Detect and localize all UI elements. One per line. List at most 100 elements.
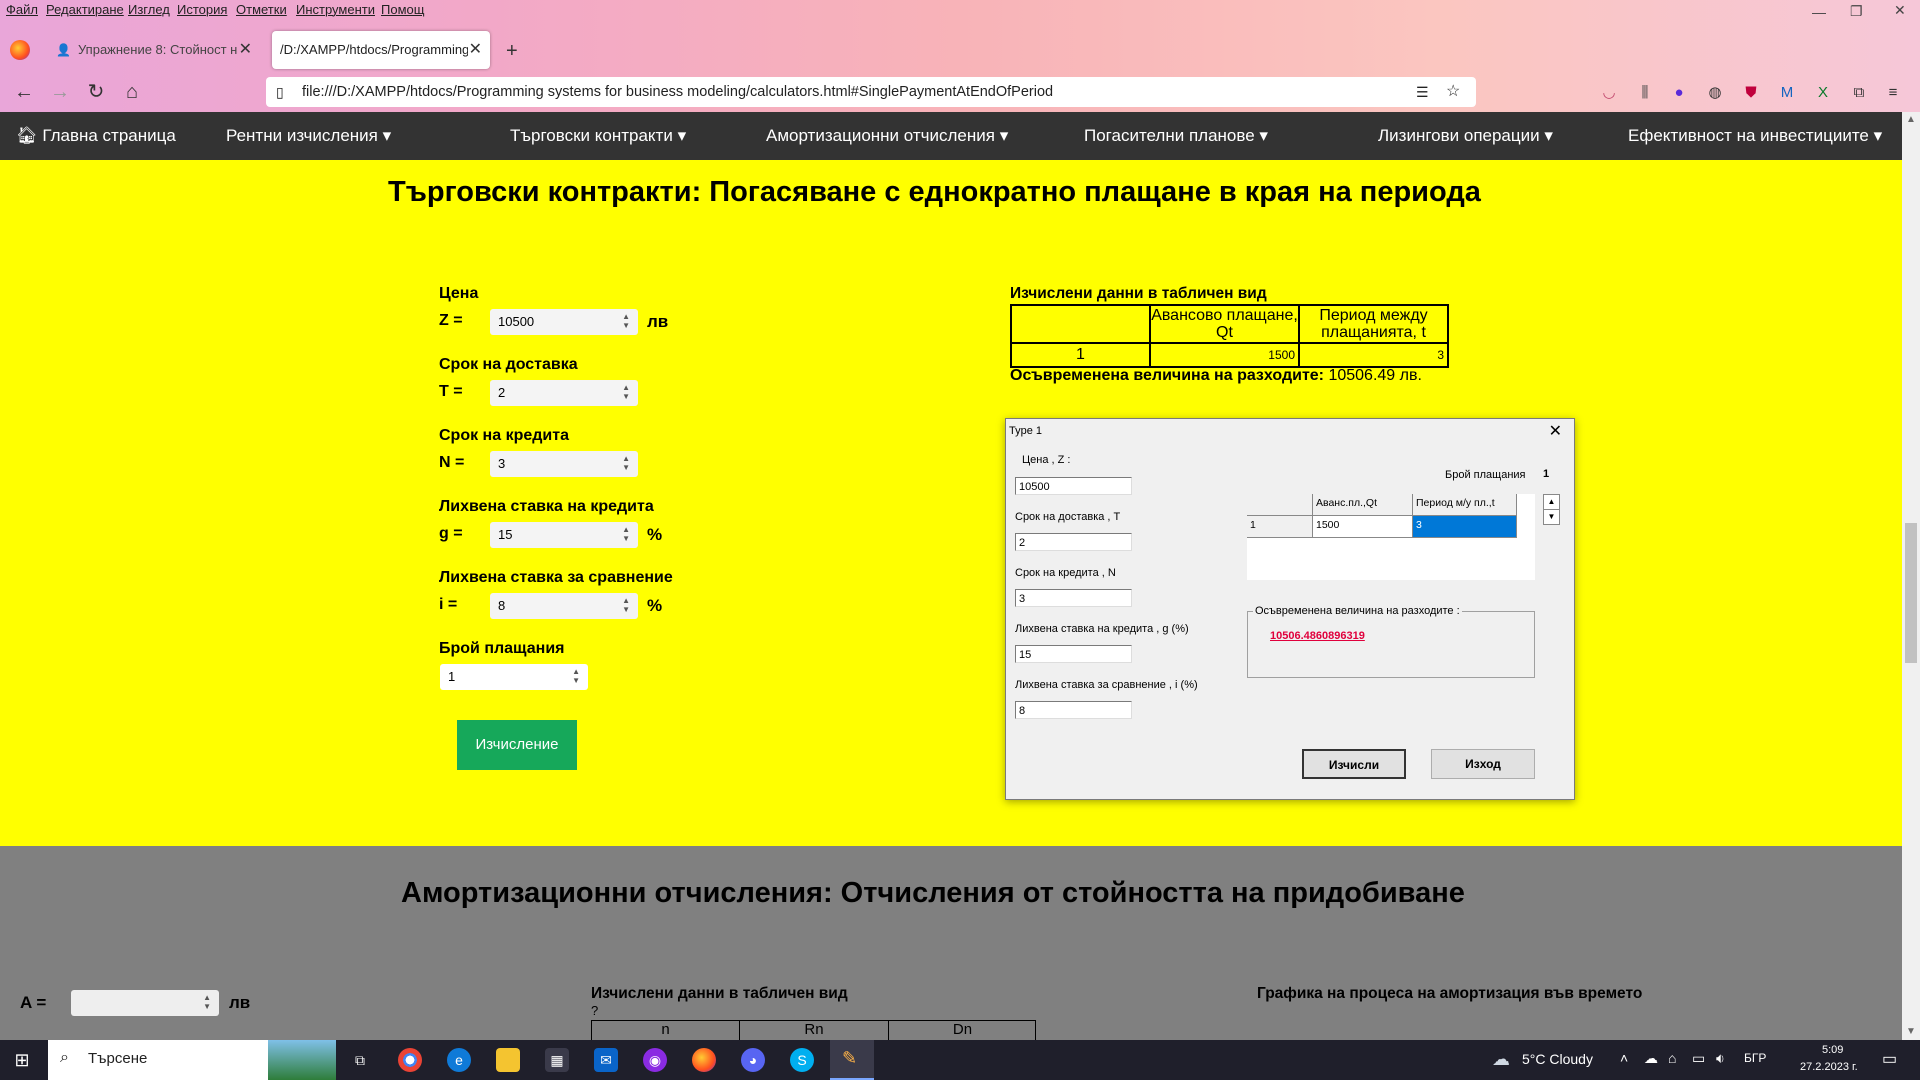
payments-input[interactable]: 1 ▲ ▼ bbox=[440, 664, 588, 690]
menu-history[interactable]: История bbox=[177, 2, 227, 17]
nav-commercial-contracts[interactable]: Търговски контракти ▾ bbox=[510, 112, 686, 160]
price-input[interactable]: 10500 ▲ ▼ bbox=[490, 309, 638, 335]
dialog-compare-rate-input[interactable]: 8 bbox=[1015, 701, 1132, 719]
nav-amortization[interactable]: Амортизационни отчисления ▾ bbox=[766, 112, 1008, 160]
dialog-exit-button[interactable]: Изход bbox=[1431, 749, 1535, 779]
spinner-arrows-icon[interactable]: ▲ ▼ bbox=[622, 525, 630, 543]
browser-chrome: Файл Редактиране Изглед История Отметки … bbox=[0, 0, 1920, 112]
volume-icon[interactable]: 🔉︎ bbox=[1716, 1050, 1725, 1067]
file-explorer-icon[interactable] bbox=[496, 1048, 520, 1072]
menu-tools[interactable]: Инструменти bbox=[296, 2, 375, 17]
weather-text[interactable]: 5°C Cloudy bbox=[1522, 1051, 1593, 1067]
caret-down-icon: ▾ bbox=[1259, 126, 1268, 145]
tab-close-icon[interactable]: ✕ bbox=[239, 31, 252, 69]
extension-purple-icon[interactable]: ● bbox=[1670, 84, 1688, 102]
spinner-arrows-icon[interactable]: ▲ ▼ bbox=[622, 383, 630, 401]
grid-down-arrow-icon[interactable]: ▼ bbox=[1543, 509, 1560, 525]
compare-rate-input[interactable]: 8 ▲ ▼ bbox=[490, 593, 638, 619]
language-indicator[interactable]: БГР bbox=[1744, 1051, 1766, 1065]
new-tab-icon[interactable]: + bbox=[506, 40, 518, 63]
menu-file[interactable]: Файл bbox=[6, 2, 38, 17]
amortization-a-input[interactable]: ▲ ▼ bbox=[71, 990, 219, 1016]
forward-icon[interactable]: → bbox=[48, 80, 72, 104]
compare-rate-unit: % bbox=[647, 596, 663, 615]
clock-date[interactable]: 27.2.2023 г. bbox=[1800, 1061, 1858, 1073]
grid-cell[interactable]: 1 bbox=[1247, 516, 1313, 538]
scrollbar-thumb[interactable] bbox=[1905, 523, 1917, 663]
firefox-icon[interactable] bbox=[10, 40, 30, 60]
spinner-arrows-icon[interactable]: ▲ ▼ bbox=[572, 667, 580, 685]
clock-time[interactable]: 5:09 bbox=[1822, 1044, 1843, 1056]
bookmark-star-icon[interactable]: ☆ bbox=[1446, 77, 1460, 107]
network-icon[interactable]: ⌂ bbox=[1668, 1050, 1676, 1066]
tab-close-icon[interactable]: ✕ bbox=[469, 31, 482, 69]
credit-term-input[interactable]: 3 ▲ ▼ bbox=[490, 451, 638, 477]
dialog-delivery-input[interactable]: 2 bbox=[1015, 533, 1132, 551]
delivery-input[interactable]: 2 ▲ ▼ bbox=[490, 380, 638, 406]
taskbar-active-app[interactable]: ✎ bbox=[830, 1040, 874, 1080]
extension-m-icon[interactable]: M bbox=[1778, 84, 1796, 102]
grid-cell-selected[interactable]: 3 bbox=[1413, 516, 1517, 538]
nav-home[interactable]: 🏠︎ Главна страница bbox=[16, 112, 176, 160]
excel-icon[interactable]: X bbox=[1814, 84, 1832, 102]
grid-cell[interactable]: 1500 bbox=[1313, 516, 1413, 538]
url-bar[interactable]: ▯ file:///D:/XAMPP/htdocs/Programming sy… bbox=[266, 77, 1476, 107]
extensions-icon[interactable]: ⧉ bbox=[1850, 84, 1868, 102]
skype-icon[interactable]: S bbox=[790, 1048, 814, 1072]
dialog-credit-rate-input[interactable]: 15 bbox=[1015, 645, 1132, 663]
ublock-icon[interactable]: ⛊ bbox=[1742, 84, 1760, 102]
close-window-icon[interactable]: ✕ bbox=[1894, 2, 1906, 19]
caret-down-icon: ▾ bbox=[677, 126, 687, 145]
nav-repayment-plans[interactable]: Погасителни планове ▾ bbox=[1084, 112, 1268, 160]
discord-icon[interactable]: ◕ bbox=[741, 1048, 765, 1072]
nav-investment-efficiency[interactable]: Ефективност на инвестициите ▾ bbox=[1628, 112, 1882, 160]
mail-icon[interactable]: ✉ bbox=[594, 1048, 618, 1072]
extension-tabs-icon[interactable]: ◍ bbox=[1706, 84, 1724, 102]
store-icon[interactable]: ▦ bbox=[545, 1048, 569, 1072]
onedrive-icon[interactable]: ☁ bbox=[1644, 1050, 1658, 1067]
dialog-close-icon[interactable]: ✕ bbox=[1549, 421, 1562, 441]
spinner-arrows-icon[interactable]: ▲ ▼ bbox=[622, 454, 630, 472]
chrome-icon[interactable] bbox=[398, 1048, 422, 1072]
windows-start-icon[interactable]: ⊞ bbox=[10, 1048, 34, 1072]
menu-view[interactable]: Изглед bbox=[128, 2, 170, 17]
menu-hamburger-icon[interactable]: ≡ bbox=[1884, 84, 1902, 102]
nav-label: Рентни изчисления bbox=[226, 126, 378, 145]
menu-bookmarks[interactable]: Отметки bbox=[236, 2, 287, 17]
minimize-icon[interactable]: — bbox=[1812, 4, 1826, 20]
dialog-calculate-button[interactable]: Изчисли bbox=[1302, 749, 1406, 779]
z-symbol: Z = bbox=[439, 312, 463, 329]
nav-leasing[interactable]: Лизингови операции ▾ bbox=[1378, 112, 1553, 160]
spinner-arrows-icon[interactable]: ▲ ▼ bbox=[203, 993, 211, 1011]
reader-view-icon[interactable]: ☰ bbox=[1416, 77, 1429, 107]
tab-calculators[interactable]: /D:/XAMPP/htdocs/Programming... ✕ bbox=[272, 31, 490, 69]
menu-edit[interactable]: Редактиране bbox=[46, 2, 124, 17]
reload-icon[interactable]: ↻ bbox=[84, 80, 108, 104]
edge-icon[interactable]: e bbox=[447, 1048, 471, 1072]
dialog-price-input[interactable]: 10500 bbox=[1015, 477, 1132, 495]
grid-up-arrow-icon[interactable]: ▲ bbox=[1543, 494, 1560, 510]
battery-icon[interactable]: ▭ bbox=[1692, 1050, 1705, 1067]
tab-exercise[interactable]: 👤 Упражнение 8: Стойност на п... ✕ bbox=[52, 31, 260, 69]
dialog-grid[interactable]: Аванс.пл.,Qt Период м/у пл.,t 1 1500 3 bbox=[1247, 494, 1535, 580]
nav-rent-calculations[interactable]: Рентни изчисления ▾ bbox=[226, 112, 391, 160]
credit-rate-input[interactable]: 15 ▲ ▼ bbox=[490, 522, 638, 548]
maximize-icon[interactable]: ❐ bbox=[1850, 3, 1863, 20]
scroll-down-icon[interactable]: ▼ bbox=[1902, 1026, 1920, 1040]
taskbar-search[interactable]: ⌕ Търсене bbox=[48, 1040, 336, 1080]
spinner-arrows-icon[interactable]: ▲ ▼ bbox=[622, 596, 630, 614]
home-icon[interactable]: ⌂ bbox=[120, 80, 144, 104]
task-view-icon[interactable]: ⧉ bbox=[348, 1048, 372, 1072]
back-icon[interactable]: ← bbox=[12, 80, 36, 104]
notifications-icon[interactable]: ▭ bbox=[1882, 1049, 1897, 1069]
dialog-credit-term-input[interactable]: 3 bbox=[1015, 589, 1132, 607]
calculate-button[interactable]: Изчисление bbox=[457, 720, 577, 770]
tray-chevron-icon[interactable]: ˄ bbox=[1620, 1050, 1628, 1066]
library-icon[interactable]: ⫼ bbox=[1636, 84, 1654, 102]
menu-help[interactable]: Помощ bbox=[381, 2, 424, 17]
game-icon[interactable]: ◉ bbox=[643, 1048, 667, 1072]
pocket-icon[interactable]: ◡ bbox=[1600, 84, 1618, 102]
spinner-arrows-icon[interactable]: ▲ ▼ bbox=[622, 312, 630, 330]
scroll-up-icon[interactable]: ▲ bbox=[1902, 114, 1920, 128]
taskbar-firefox-icon[interactable] bbox=[692, 1048, 716, 1072]
